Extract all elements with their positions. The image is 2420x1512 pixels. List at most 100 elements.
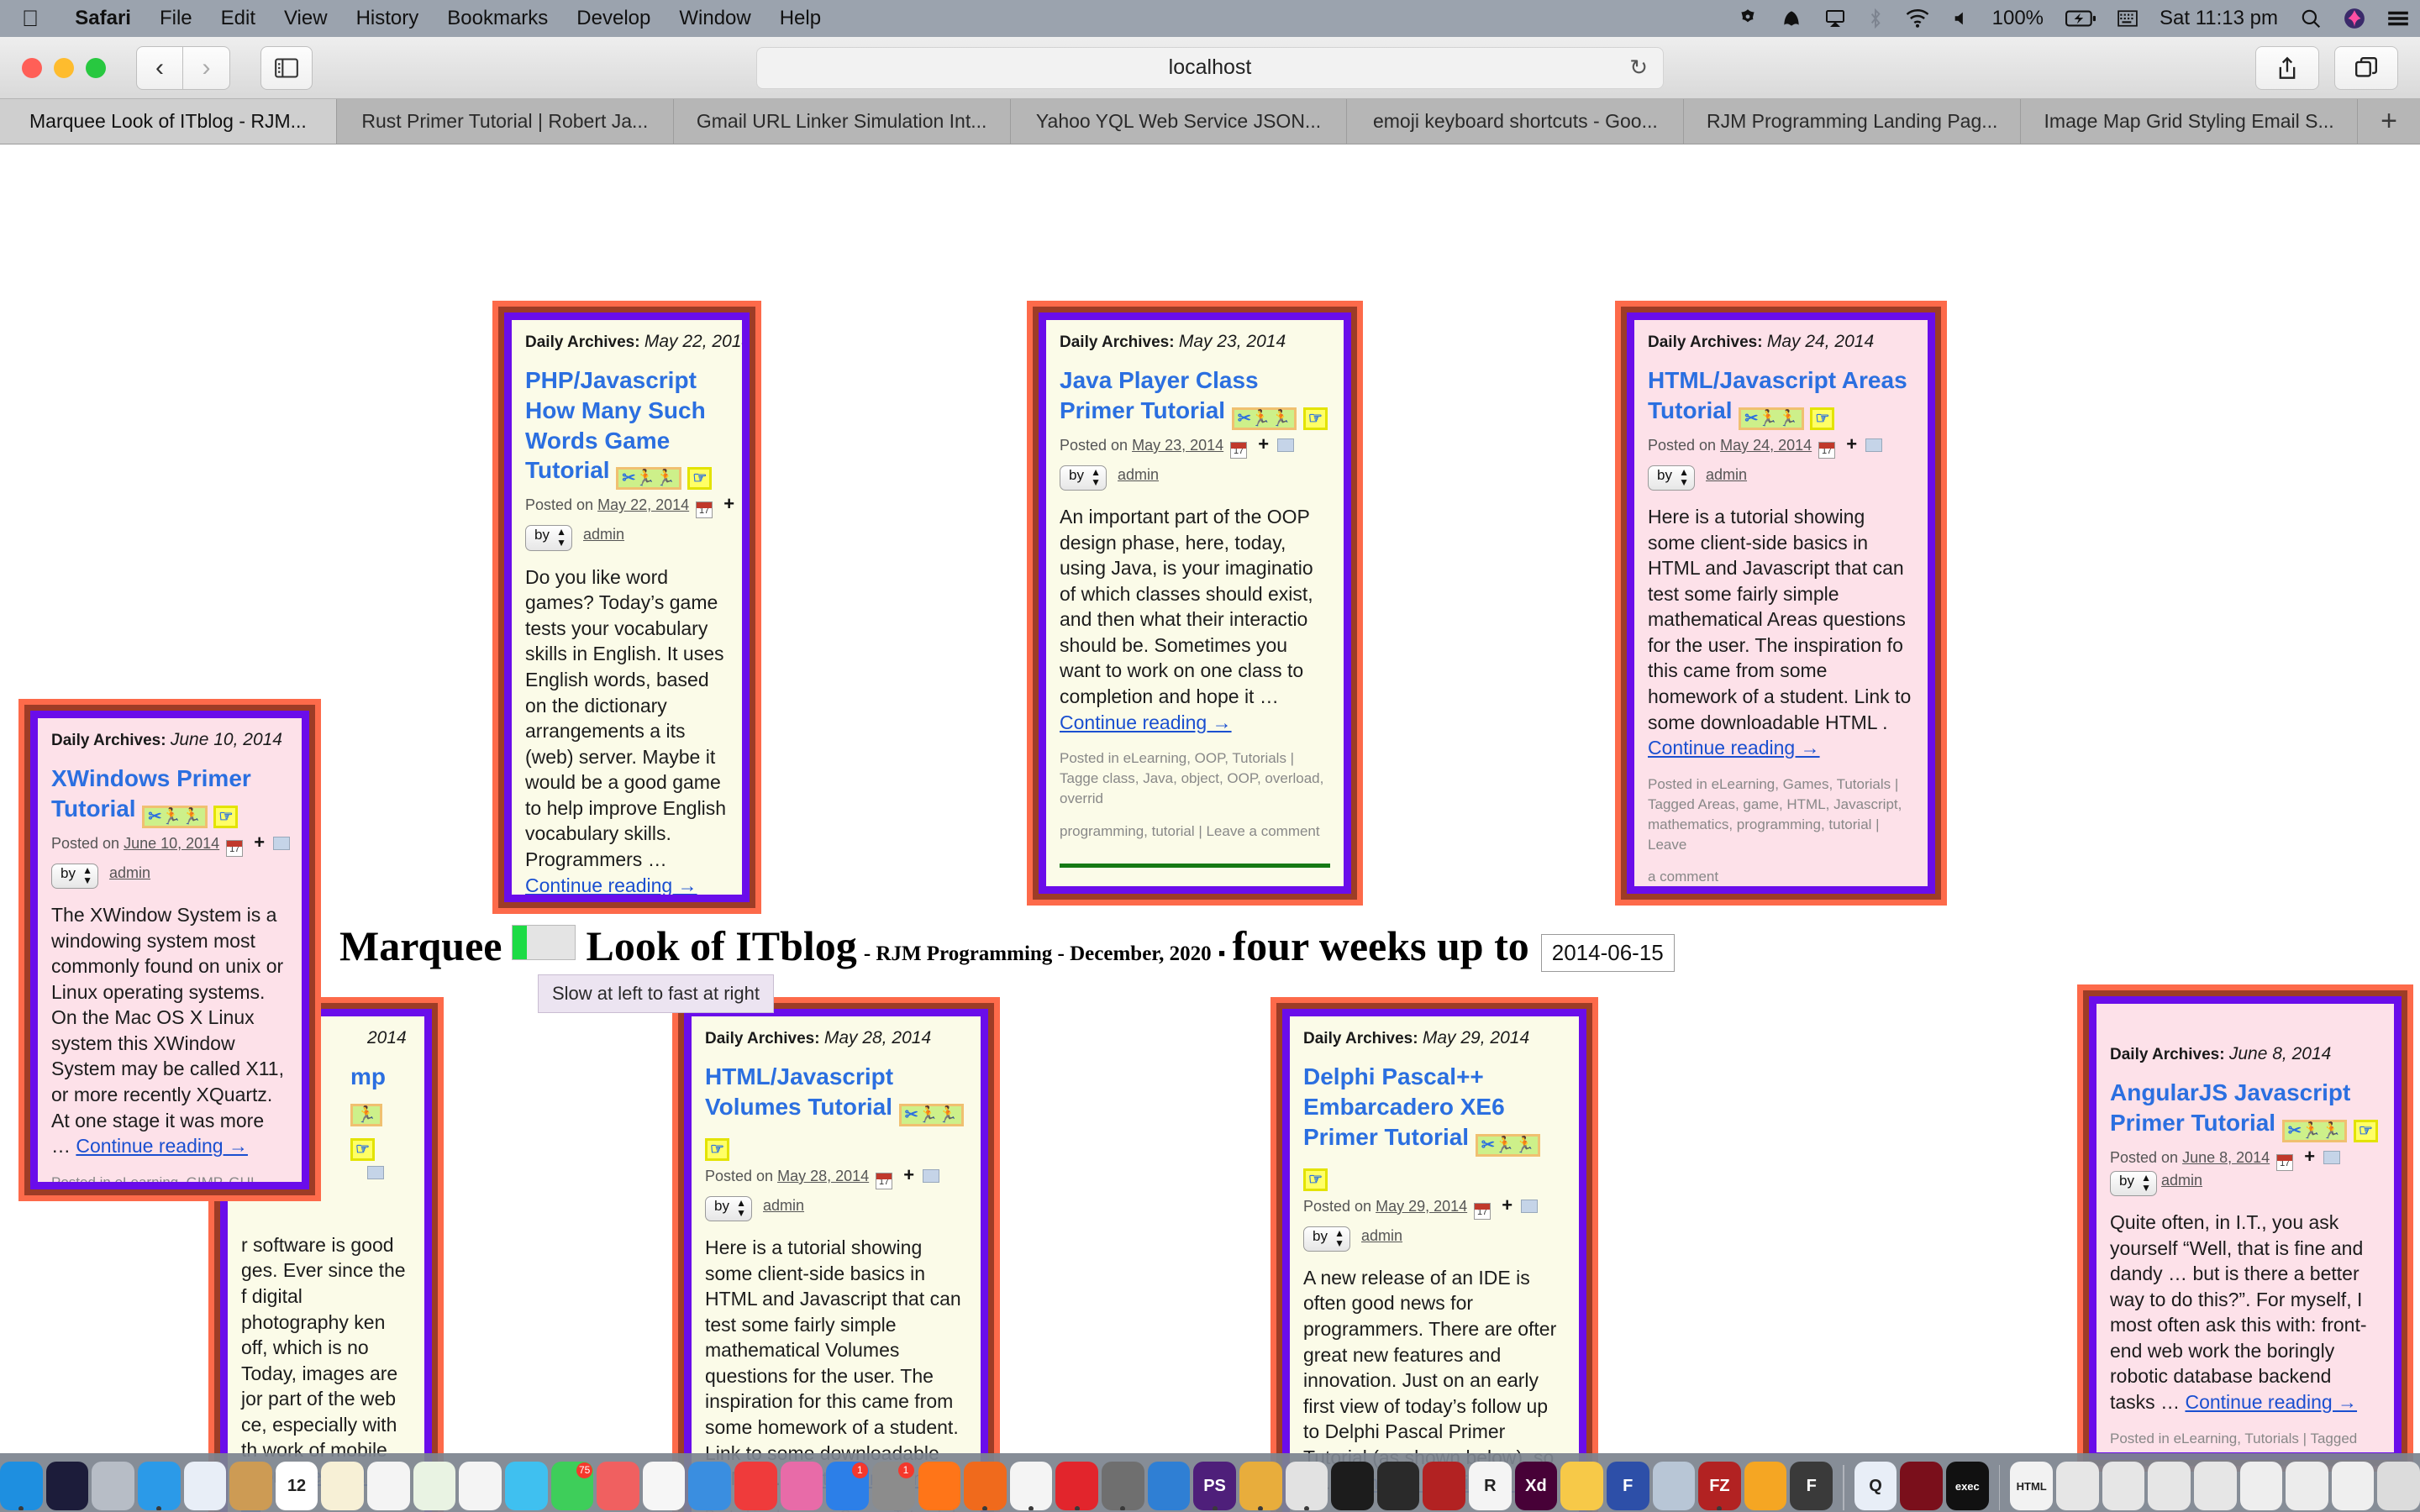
by-select[interactable]: by▲▼ (525, 525, 572, 550)
dock-item-maps[interactable] (413, 1462, 456, 1510)
plus-icon[interactable]: + (903, 1164, 914, 1185)
date-input[interactable]: 2014-06-15 (1541, 934, 1675, 972)
dock-item-calendar[interactable]: 12 (276, 1462, 318, 1510)
wifi-icon[interactable] (1894, 8, 1941, 29)
plus-icon[interactable]: + (1502, 1194, 1512, 1215)
dock-item-app-store[interactable]: 1 (826, 1462, 869, 1510)
dock-item-trash[interactable] (2377, 1462, 2420, 1510)
posted-date-link[interactable]: June 10, 2014 (124, 835, 219, 852)
spotlight-search-icon[interactable] (2289, 8, 2333, 29)
minimize-window-button[interactable] (54, 58, 74, 78)
pointing-hand-icon[interactable]: ☞ (213, 806, 238, 828)
malwarebytes-icon[interactable] (1770, 8, 1813, 29)
edit-icon[interactable] (923, 1169, 939, 1183)
calendar-icon[interactable]: 17 (876, 1173, 892, 1189)
article-card-angularjs-javascript-primer[interactable]: Daily Archives: June 8, 2014 AngularJS J… (2077, 984, 2413, 1472)
author-link[interactable]: admin (1361, 1227, 1402, 1244)
maximize-window-button[interactable] (86, 58, 106, 78)
dock-item-facetime[interactable]: 75 (551, 1462, 594, 1510)
by-select[interactable]: by▲▼ (51, 864, 98, 889)
dock-item-download-2[interactable] (2102, 1462, 2145, 1510)
dock-item-launchpad[interactable] (92, 1462, 134, 1510)
article-card-delphi-pascal-embarcadero-xe6[interactable]: Daily Archives: May 29, 2014 Delphi Pasc… (1270, 997, 1598, 1512)
dock-item-messages[interactable] (505, 1462, 548, 1510)
dock-item-alfred[interactable] (918, 1462, 961, 1510)
edit-icon[interactable] (1277, 438, 1294, 452)
edit-icon[interactable] (1865, 438, 1882, 452)
dock-item-keynote[interactable] (688, 1462, 731, 1510)
plus-icon[interactable]: + (723, 493, 734, 514)
article-card-xwindows-primer[interactable]: Daily Archives: June 10, 2014 XWindows P… (18, 699, 321, 1201)
scissors-runners-icon[interactable]: ✂🏃🏃 (2282, 1120, 2347, 1142)
menu-item-window[interactable]: Window (665, 7, 765, 30)
dock-item-script-editor[interactable] (1900, 1462, 1943, 1510)
dock-item-opera[interactable] (1055, 1462, 1098, 1510)
dock-item-download-4[interactable] (2194, 1462, 2237, 1510)
tab-2[interactable]: Gmail URL Linker Simulation Int... (674, 99, 1011, 144)
dock-item-finder[interactable] (0, 1462, 43, 1510)
continue-reading-link[interactable]: Continue reading → (2185, 1391, 2357, 1413)
dock-item-download-1[interactable] (2056, 1462, 2099, 1510)
by-select[interactable]: by▲▼ (1648, 465, 1695, 491)
post-title[interactable]: Java Player Class Primer Tutorial ✂🏃🏃 ☞ (1060, 365, 1330, 430)
dock-item-system-preferences[interactable]: 1 (872, 1462, 915, 1510)
dock-item-exec-terminal[interactable]: exec (1946, 1462, 1989, 1510)
calendar-icon[interactable]: 17 (1474, 1203, 1491, 1220)
article-card-java-player-class-primer[interactable]: Daily Archives: May 23, 2014 Java Player… (1027, 301, 1363, 906)
dock-item-contacts[interactable] (367, 1462, 410, 1510)
dock-item-news[interactable] (597, 1462, 639, 1510)
tab-3[interactable]: Yahoo YQL Web Service JSON... (1011, 99, 1348, 144)
dock-item-photoshop[interactable]: PS (1193, 1462, 1236, 1510)
calendar-icon[interactable]: 17 (226, 840, 243, 857)
article-card-html-javascript-areas[interactable]: Daily Archives: May 24, 2014 HTML/Javasc… (1615, 301, 1947, 906)
siri-icon[interactable] (2333, 8, 2376, 29)
continue-reading-link[interactable]: Continue reading → (76, 1135, 248, 1157)
menu-item-view[interactable]: View (270, 7, 342, 30)
reload-icon[interactable]: ↻ (1629, 55, 1648, 81)
article-card-html-javascript-volumes[interactable]: Daily Archives: May 28, 2014 HTML/Javasc… (672, 997, 1000, 1512)
dock-item-rstudio[interactable]: R (1469, 1462, 1512, 1510)
posted-date-link[interactable]: May 24, 2014 (1720, 437, 1812, 454)
edit-icon[interactable] (367, 1166, 384, 1179)
battery-charging-icon[interactable] (2054, 10, 2107, 27)
posted-date-link[interactable]: May 29, 2014 (1376, 1198, 1467, 1215)
slider-thumb[interactable] (513, 926, 527, 959)
airplay-icon[interactable] (1813, 8, 1857, 29)
pointing-hand-icon[interactable]: ☞ (1303, 407, 1328, 430)
tab-overview-icon[interactable] (2334, 46, 2398, 90)
chevron-right-icon[interactable]: › (183, 46, 230, 90)
menu-item-file[interactable]: File (145, 7, 207, 30)
plus-icon[interactable]: + (1846, 433, 1857, 454)
menu-item-edit[interactable]: Edit (207, 7, 270, 30)
plus-icon[interactable]: + (1258, 433, 1269, 454)
plus-icon[interactable]: + (2304, 1146, 2315, 1167)
tab-4[interactable]: emoji keyboard shortcuts - Goo... (1347, 99, 1684, 144)
alfred-icon[interactable] (1726, 8, 1770, 29)
edit-icon[interactable] (273, 837, 290, 850)
post-title[interactable]: XWindows Primer Tutorial ✂🏃🏃 ☞ (51, 764, 288, 828)
posted-date-link[interactable]: May 22, 2014 (597, 496, 689, 513)
menu-item-history[interactable]: History (342, 7, 434, 30)
dock-item-siri[interactable] (46, 1462, 89, 1510)
scissors-runners-icon[interactable]: 🏃 (350, 1104, 382, 1126)
volume-icon[interactable] (1941, 9, 1981, 28)
calendar-icon[interactable]: 17 (1818, 442, 1835, 459)
marquee-speed-slider[interactable] (512, 925, 576, 960)
dock-item-audacity[interactable] (1744, 1462, 1787, 1510)
author-link[interactable]: admin (1706, 466, 1747, 483)
continue-reading-link[interactable]: Continue reading → (525, 874, 697, 895)
by-select[interactable]: by▲▼ (1303, 1226, 1350, 1252)
posted-date-link[interactable]: May 23, 2014 (1132, 437, 1223, 454)
new-tab-button[interactable]: + (2358, 99, 2420, 144)
edit-icon[interactable] (2323, 1151, 2340, 1164)
address-bar[interactable]: localhost ↻ (756, 47, 1664, 89)
post-title[interactable]: mp 🏃 ☞ (350, 1062, 411, 1161)
pointing-hand-icon[interactable]: ☞ (705, 1138, 729, 1161)
by-select[interactable]: by▲▼ (705, 1196, 752, 1221)
calendar-icon[interactable]: 17 (696, 501, 713, 518)
menu-item-develop[interactable]: Develop (562, 7, 665, 30)
keyboard-icon[interactable] (2107, 9, 2149, 28)
pointing-hand-icon[interactable]: ☞ (1303, 1168, 1328, 1191)
chevron-left-icon[interactable]: ‹ (136, 46, 183, 90)
dock-item-music[interactable] (781, 1462, 823, 1510)
